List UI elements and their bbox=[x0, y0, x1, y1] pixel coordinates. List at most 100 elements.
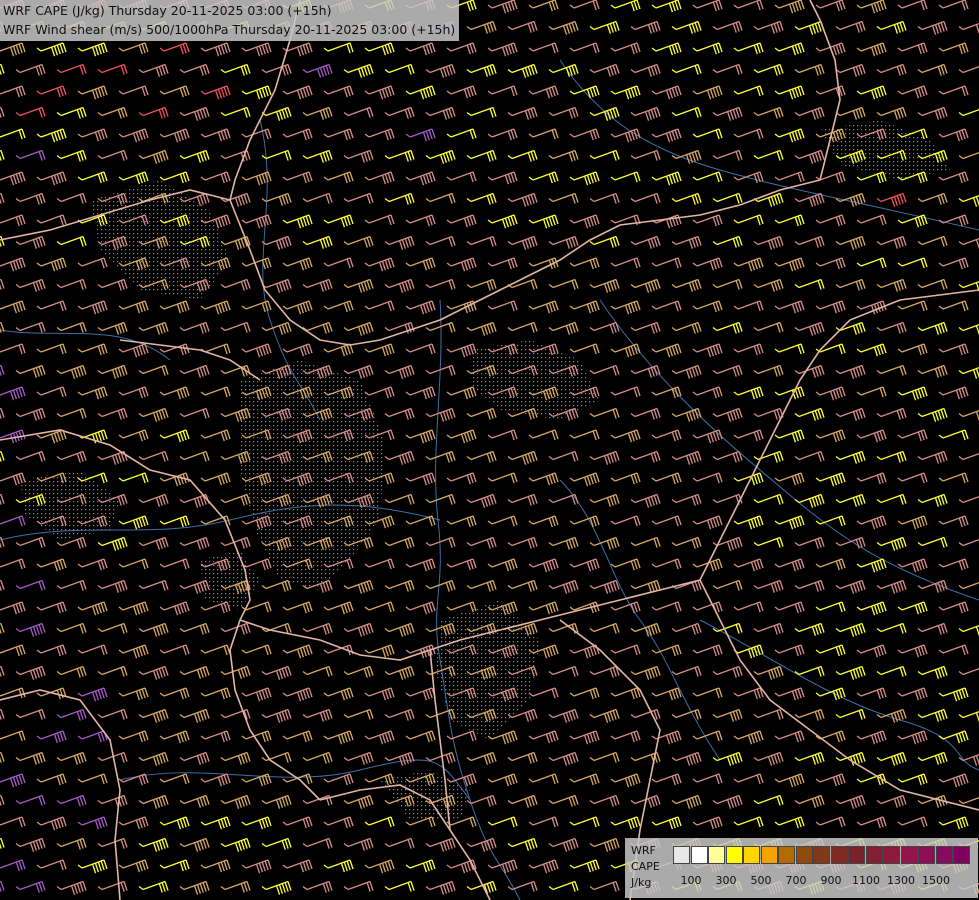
wind-barb bbox=[692, 300, 723, 313]
wind-barb bbox=[466, 149, 497, 162]
wind-barb bbox=[712, 321, 743, 334]
wind-barb bbox=[364, 644, 395, 658]
wind-barb bbox=[405, 687, 436, 701]
weather-map bbox=[0, 0, 979, 900]
wind-barb bbox=[897, 730, 928, 745]
legend-tick: 900 bbox=[820, 874, 842, 887]
wind-barb bbox=[15, 536, 46, 548]
wind-barb bbox=[774, 214, 805, 227]
wind-barb bbox=[302, 665, 333, 677]
wind-barb bbox=[405, 300, 436, 315]
wind-barb bbox=[917, 665, 948, 679]
wind-barb bbox=[897, 0, 928, 11]
legend-tick: 700 bbox=[785, 874, 807, 887]
wind-barb bbox=[774, 300, 805, 314]
wind-barb bbox=[794, 794, 825, 808]
wind-barb bbox=[753, 192, 784, 207]
wind-barb bbox=[692, 214, 723, 227]
wind-barb bbox=[876, 278, 907, 292]
wind-barb bbox=[343, 751, 374, 765]
wind-barb bbox=[159, 558, 190, 570]
wind-barb bbox=[897, 429, 928, 442]
wind-barb bbox=[405, 730, 436, 743]
wind-barb bbox=[507, 235, 538, 250]
wind-barb bbox=[569, 730, 600, 745]
wind-barb bbox=[282, 214, 313, 229]
wind-barb bbox=[343, 579, 374, 594]
wind-barb bbox=[0, 278, 5, 290]
wind-barb bbox=[856, 85, 887, 100]
wind-barb bbox=[36, 300, 67, 312]
legend-variable-label: CAPE bbox=[631, 860, 660, 873]
wind-barb bbox=[794, 622, 825, 636]
wind-barb bbox=[384, 407, 415, 420]
wind-barb bbox=[794, 149, 825, 164]
wind-barb bbox=[753, 665, 784, 680]
wind-barb bbox=[0, 450, 5, 462]
wind-barb bbox=[466, 192, 497, 205]
legend-tick: 1300 bbox=[887, 874, 915, 887]
wind-barb bbox=[364, 601, 395, 613]
wind-barb bbox=[712, 235, 743, 248]
wind-barb bbox=[56, 751, 87, 765]
wind-barb bbox=[241, 128, 272, 140]
wind-barb bbox=[917, 536, 948, 548]
wind-barb bbox=[651, 773, 682, 786]
wind-barb bbox=[528, 601, 559, 615]
wind-barb bbox=[15, 278, 46, 292]
wind-barb bbox=[610, 386, 641, 398]
wind-barb bbox=[364, 859, 395, 874]
wind-barb bbox=[15, 579, 46, 591]
wind-barb bbox=[446, 85, 477, 99]
wind-barb bbox=[876, 536, 907, 551]
wind-barb bbox=[548, 20, 579, 35]
wind-barb bbox=[159, 171, 190, 184]
wind-barb bbox=[364, 214, 395, 226]
wind-barb bbox=[610, 42, 641, 55]
wind-barb bbox=[220, 321, 251, 333]
wind-barb bbox=[487, 42, 518, 57]
wind-barb bbox=[200, 859, 231, 873]
wind-barb bbox=[0, 558, 26, 570]
wind-barb bbox=[466, 837, 497, 852]
wind-barb bbox=[856, 257, 887, 269]
wind-barb bbox=[384, 106, 415, 119]
wind-barb bbox=[712, 364, 743, 377]
wind-barb bbox=[323, 171, 354, 184]
wind-barb bbox=[897, 300, 928, 312]
wind-barb bbox=[159, 42, 190, 55]
wind-barb bbox=[97, 794, 128, 808]
wind-barb bbox=[815, 214, 846, 227]
wind-barb bbox=[856, 601, 887, 616]
wind-barb bbox=[97, 880, 128, 892]
wind-barb bbox=[15, 63, 46, 76]
wind-barb bbox=[0, 773, 26, 788]
wind-barb bbox=[917, 450, 948, 464]
wind-barb bbox=[0, 730, 26, 742]
wind-barb bbox=[548, 235, 579, 249]
wind-barb bbox=[179, 837, 210, 852]
wind-barb bbox=[466, 20, 497, 34]
wind-barb bbox=[876, 364, 907, 376]
wind-barb bbox=[77, 128, 108, 142]
wind-barb bbox=[630, 665, 661, 680]
wind-barb bbox=[15, 794, 46, 806]
wind-barb bbox=[528, 730, 559, 744]
wind-barb bbox=[302, 235, 333, 249]
wind-barb bbox=[97, 106, 128, 119]
wind-barb bbox=[774, 343, 805, 355]
wind-barb bbox=[917, 235, 948, 247]
wind-barb bbox=[917, 708, 948, 722]
wind-barb bbox=[712, 149, 743, 161]
wind-barb bbox=[138, 622, 169, 637]
wind-barb bbox=[302, 751, 333, 764]
wind-barb bbox=[364, 42, 395, 56]
wind-barb bbox=[138, 106, 169, 119]
wind-barb bbox=[118, 343, 149, 358]
wind-barb bbox=[589, 192, 620, 204]
wind-barb bbox=[548, 278, 579, 290]
wind-barb bbox=[159, 687, 190, 700]
wind-barb bbox=[835, 751, 866, 766]
wind-barb bbox=[671, 407, 702, 422]
wind-barb bbox=[138, 63, 169, 77]
